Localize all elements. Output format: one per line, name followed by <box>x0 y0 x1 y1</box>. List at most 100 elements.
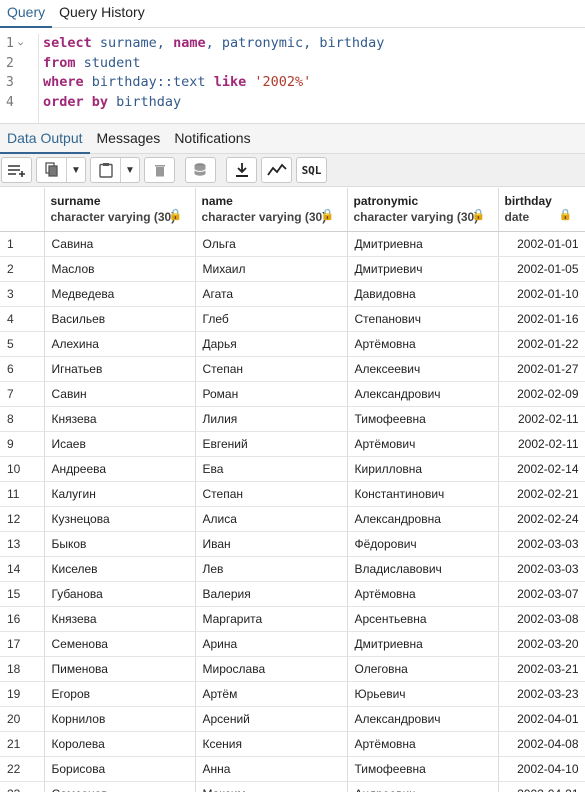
code-line[interactable]: from student <box>43 54 585 74</box>
surname-cell[interactable]: Савина <box>44 231 196 257</box>
name-cell[interactable]: Роман <box>195 381 348 407</box>
surname-cell[interactable]: Борисова <box>44 756 196 782</box>
birthday-cell[interactable]: 2002-02-09 <box>498 381 585 407</box>
row-number-cell[interactable]: 7 <box>0 381 45 407</box>
code-line[interactable]: order by birthday <box>43 93 585 113</box>
patronymic-cell[interactable]: Артёмовна <box>347 731 499 757</box>
chevron-down-icon[interactable]: ▼ <box>67 158 85 182</box>
birthday-cell[interactable]: 2002-02-24 <box>498 506 585 532</box>
name-cell[interactable]: Глеб <box>195 306 348 332</box>
row-number-cell[interactable]: 13 <box>0 531 45 557</box>
birthday-cell[interactable]: 2002-01-01 <box>498 231 585 257</box>
save-data-button[interactable] <box>185 157 216 183</box>
birthday-cell[interactable]: 2002-01-27 <box>498 356 585 382</box>
patronymic-cell[interactable]: Степанович <box>347 306 499 332</box>
birthday-cell[interactable]: 2002-04-08 <box>498 731 585 757</box>
table-row[interactable]: 8 Князева Лилия Тимофеевна 2002-02-11 <box>0 406 585 432</box>
patronymic-cell[interactable]: Фёдорович <box>347 531 499 557</box>
birthday-cell[interactable]: 2002-03-03 <box>498 531 585 557</box>
surname-cell[interactable]: Алехина <box>44 331 196 357</box>
row-number-cell[interactable]: 2 <box>0 256 45 282</box>
table-row[interactable]: 11 Калугин Степан Константинович 2002-02-21 <box>0 481 585 507</box>
row-number-cell[interactable]: 4 <box>0 306 45 332</box>
patronymic-cell[interactable]: Дмитриевна <box>347 231 499 257</box>
table-row[interactable]: 20 Корнилов Арсений Александрович 2002-04-01 <box>0 706 585 732</box>
name-cell[interactable]: Дарья <box>195 331 348 357</box>
birthday-cell[interactable]: 2002-01-05 <box>498 256 585 282</box>
graph-visualiser-button[interactable] <box>261 157 292 183</box>
table-row[interactable]: 10 Андреева Ева Кирилловна 2002-02-14 <box>0 456 585 482</box>
surname-cell[interactable]: Самсонов <box>44 781 196 792</box>
patronymic-cell[interactable]: Константинович <box>347 481 499 507</box>
birthday-cell[interactable]: 2002-03-07 <box>498 581 585 607</box>
birthday-cell[interactable]: 2002-04-21 <box>498 781 585 792</box>
surname-cell[interactable]: Пименова <box>44 656 196 682</box>
table-row[interactable]: 19 Егоров Артём Юрьевич 2002-03-23 <box>0 681 585 707</box>
patronymic-cell[interactable]: Алексеевич <box>347 356 499 382</box>
name-cell[interactable]: Валерия <box>195 581 348 607</box>
row-number-cell[interactable]: 20 <box>0 706 45 732</box>
birthday-cell[interactable]: 2002-03-08 <box>498 606 585 632</box>
birthday-cell[interactable]: 2002-03-23 <box>498 681 585 707</box>
row-number-cell[interactable]: 3 <box>0 281 45 307</box>
birthday-cell[interactable]: 2002-02-11 <box>498 406 585 432</box>
table-row[interactable]: 23СамсоновМаксимАндреевич2002-04-21 <box>0 781 585 792</box>
surname-cell[interactable]: Киселев <box>44 556 196 582</box>
tab-notifications[interactable]: Notifications <box>167 130 257 153</box>
code-line[interactable]: where birthday::text like '2002%' <box>43 73 585 93</box>
name-cell[interactable]: Ксения <box>195 731 348 757</box>
row-number-cell[interactable]: 19 <box>0 681 45 707</box>
tab-messages[interactable]: Messages <box>90 130 168 153</box>
patronymic-cell[interactable]: Олеговна <box>347 656 499 682</box>
patronymic-cell[interactable]: Тимофеевна <box>347 756 499 782</box>
surname-cell[interactable]: Андреева <box>44 456 196 482</box>
surname-cell[interactable]: Савин <box>44 381 196 407</box>
row-number-cell[interactable]: 12 <box>0 506 45 532</box>
table-row[interactable]: 9 Исаев Евгений Артёмович 2002-02-11 <box>0 431 585 457</box>
birthday-cell[interactable]: 2002-02-21 <box>498 481 585 507</box>
table-row[interactable]: 13 Быков Иван Фёдорович 2002-03-03 <box>0 531 585 557</box>
surname-cell[interactable]: Егоров <box>44 681 196 707</box>
surname-cell[interactable]: Игнатьев <box>44 356 196 382</box>
row-number-cell[interactable]: 6 <box>0 356 45 382</box>
patronymic-cell[interactable]: Юрьевич <box>347 681 499 707</box>
patronymic-cell[interactable]: Владиславович <box>347 556 499 582</box>
surname-cell[interactable]: Васильев <box>44 306 196 332</box>
row-number-cell[interactable]: 23 <box>0 781 45 792</box>
row-number-cell[interactable]: 17 <box>0 631 45 657</box>
patronymic-cell[interactable]: Дмитриевич <box>347 256 499 282</box>
surname-cell[interactable]: Губанова <box>44 581 196 607</box>
row-number-cell[interactable]: 21 <box>0 731 45 757</box>
row-number-cell[interactable]: 1 <box>0 231 45 257</box>
patronymic-cell[interactable]: Александровна <box>347 506 499 532</box>
name-cell[interactable]: Степан <box>195 356 348 382</box>
surname-cell[interactable]: Корнилов <box>44 706 196 732</box>
surname-cell[interactable]: Князева <box>44 606 196 632</box>
table-row[interactable]: 17 Семенова Арина Дмитриевна 2002-03-20 <box>0 631 585 657</box>
birthday-cell[interactable]: 2002-01-10 <box>498 281 585 307</box>
table-row[interactable]: 4 Васильев Глеб Степанович 2002-01-16 <box>0 306 585 332</box>
tab-query-history[interactable]: Query History <box>52 4 152 27</box>
name-cell[interactable]: Арина <box>195 631 348 657</box>
name-cell[interactable]: Агата <box>195 281 348 307</box>
paste-button[interactable]: ▼ <box>90 157 140 183</box>
add-row-button[interactable] <box>1 157 32 183</box>
table-row[interactable]: 14 Киселев Лев Владиславович 2002-03-03 <box>0 556 585 582</box>
name-cell[interactable]: Евгений <box>195 431 348 457</box>
row-number-cell[interactable]: 9 <box>0 431 45 457</box>
patronymic-cell[interactable]: Андреевич <box>347 781 499 792</box>
table-row[interactable]: 6 Игнатьев Степан Алексеевич 2002-01-27 <box>0 356 585 382</box>
sql-editor[interactable]: 1 ⌵ 2 3 4 select surname, name, patronymi… <box>0 28 585 124</box>
surname-cell[interactable]: Королева <box>44 731 196 757</box>
surname-cell[interactable]: Исаев <box>44 431 196 457</box>
birthday-cell[interactable]: 2002-04-10 <box>498 756 585 782</box>
patronymic-cell[interactable]: Арсентьевна <box>347 606 499 632</box>
table-row[interactable]: 7 Савин Роман Александрович 2002-02-09 <box>0 381 585 407</box>
name-cell[interactable]: Ева <box>195 456 348 482</box>
name-cell[interactable]: Лев <box>195 556 348 582</box>
row-number-cell[interactable]: 5 <box>0 331 45 357</box>
table-row[interactable]: 18 Пименова Мирослава Олеговна 2002-03-21 <box>0 656 585 682</box>
patronymic-cell[interactable]: Артёмовна <box>347 331 499 357</box>
row-number-header[interactable] <box>0 188 45 232</box>
patronymic-cell[interactable]: Тимофеевна <box>347 406 499 432</box>
